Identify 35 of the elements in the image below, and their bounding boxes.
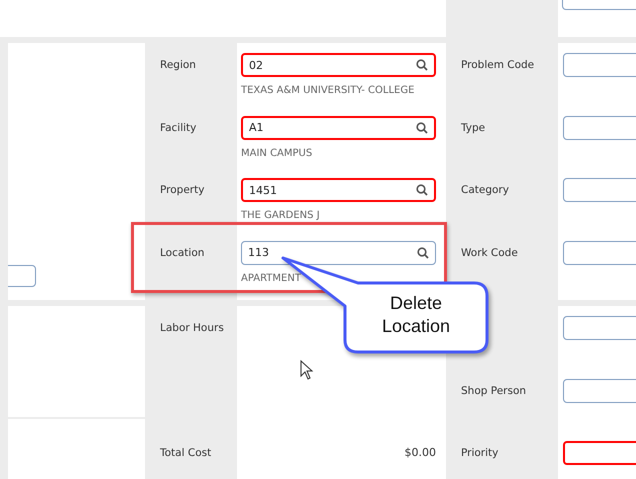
input-field[interactable]: [563, 53, 636, 77]
callout-text: Delete Location: [380, 292, 452, 338]
input-field[interactable]: [563, 178, 636, 202]
field-label: Property: [160, 184, 204, 196]
field-label: Category: [461, 184, 509, 196]
field-label: Location: [160, 246, 204, 258]
field-description: APARTMENT: [241, 272, 302, 284]
field-description: TEXAS A&M UNIVERSITY- COLLEGE: [241, 85, 416, 96]
input-field[interactable]: [8, 265, 36, 287]
search-icon[interactable]: [417, 246, 429, 258]
search-icon[interactable]: [416, 184, 428, 196]
search-icon[interactable]: [416, 122, 428, 134]
lookup-field[interactable]: 02: [241, 53, 436, 77]
input-field[interactable]: [563, 378, 636, 402]
cost-value: $0.00: [404, 446, 436, 459]
lookup-field[interactable]: A1: [241, 116, 436, 140]
field-label: Priority: [461, 447, 498, 459]
input-field[interactable]: [563, 441, 636, 465]
field-label: Facility: [160, 122, 196, 134]
field-label: Region: [160, 59, 196, 71]
field-label: Labor Hours: [160, 322, 224, 334]
field-label: Problem Code: [461, 59, 534, 71]
input-field[interactable]: [563, 240, 636, 264]
input-field[interactable]: [563, 116, 636, 140]
search-icon[interactable]: [416, 59, 428, 71]
input-field[interactable]: [563, 316, 636, 340]
field-label: Type: [461, 122, 486, 134]
field-label: Work Code: [461, 246, 518, 258]
lookup-field[interactable]: 113: [241, 240, 436, 264]
lookup-field[interactable]: 1451: [241, 178, 436, 202]
field-description: THE GARDENS J: [241, 210, 321, 221]
field-label: Shop Person: [461, 384, 526, 396]
field-label: Total Cost: [160, 447, 212, 459]
field-description: MAIN CAMPUS: [241, 148, 314, 158]
cursor-icon: [300, 360, 314, 380]
